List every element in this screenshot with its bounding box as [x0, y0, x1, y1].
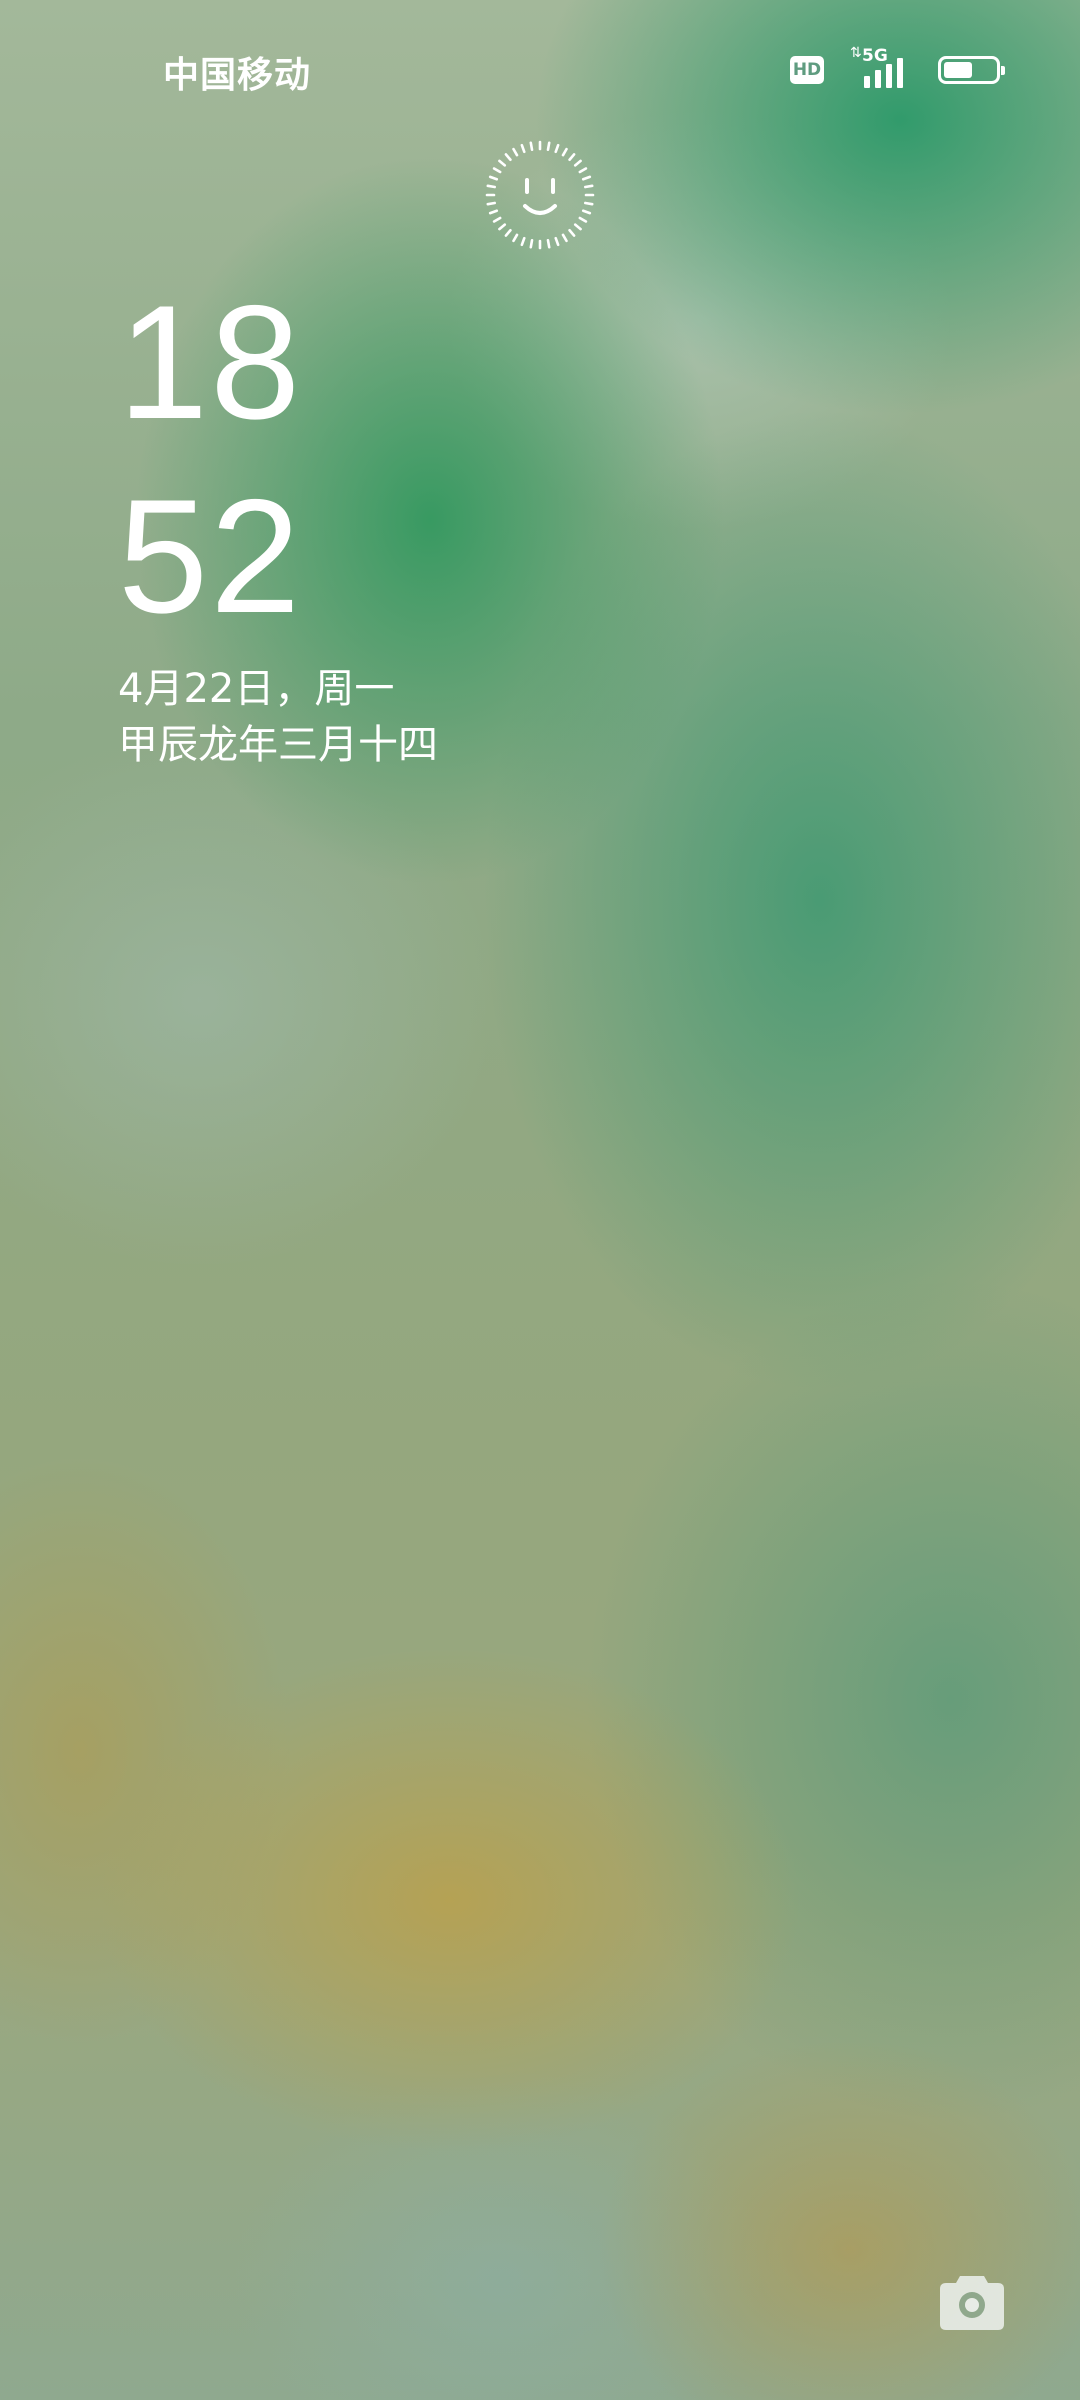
carrier-name: 中国移动: [163, 55, 312, 96]
face-ring-tick: [561, 233, 568, 243]
face-ring-tick: [581, 175, 592, 181]
signal-bars: [864, 58, 903, 88]
status-icons: HD ⇅ 5G: [790, 46, 1005, 88]
signal-bar: [875, 70, 881, 88]
face-ring-tick: [512, 147, 519, 157]
face-ring-tick: [512, 233, 519, 243]
camera-icon[interactable]: [938, 2268, 1006, 2332]
face-ring-tick: [520, 143, 526, 154]
face-ring-tick: [578, 216, 588, 223]
status-bar: 中国移动 HD ⇅ 5G: [0, 0, 1080, 140]
face-ring-tick: [568, 228, 576, 237]
face-ring-tick: [504, 153, 512, 162]
cellular-signal-icon: ⇅ 5G: [850, 46, 914, 88]
lunar-date-label: 甲辰龙年三月十四: [118, 722, 438, 768]
face-ring-tick: [568, 153, 576, 162]
face-ring-tick: [573, 223, 582, 231]
signal-bar: [886, 64, 892, 88]
battery-icon: [938, 56, 1005, 84]
signal-bar: [897, 58, 903, 88]
face-ring-tick: [529, 239, 534, 249]
battery-level-fill: [944, 62, 972, 78]
hd-voice-badge: HD: [790, 56, 824, 84]
face-ring-tick: [486, 184, 496, 189]
face-ring-tick: [581, 209, 592, 215]
face-ring-tick: [520, 236, 526, 247]
date-label: 4月22日，周一: [118, 666, 395, 712]
lock-screen: 中国移动 HD ⇅ 5G 18 52 4月22日，周一 甲辰龙年三月十四: [0, 0, 1080, 2400]
battery-tip: [1001, 66, 1005, 75]
face-ring-tick: [488, 209, 499, 215]
face-ring-tick: [561, 147, 568, 157]
face-ring-tick: [488, 175, 499, 181]
face-ring-tick: [492, 167, 502, 174]
face-unlock-icon[interactable]: [485, 140, 595, 250]
face-ring-tick: [529, 141, 534, 151]
face-ring-tick: [504, 228, 512, 237]
face-ring-tick: [486, 201, 496, 206]
data-arrows-icon: ⇅: [850, 45, 862, 61]
face-ring-tick: [584, 201, 594, 206]
face-ring-tick: [573, 159, 582, 167]
clock-minutes: 52: [118, 466, 303, 647]
face-ring-tick: [578, 167, 588, 174]
face-ring-tick: [584, 184, 594, 189]
face-ring-tick: [554, 143, 560, 154]
signal-bar: [864, 76, 870, 88]
face-ring-tick: [498, 223, 507, 231]
face-ring-tick: [498, 159, 507, 167]
face-ring-tick: [492, 216, 502, 223]
face-ring-tick: [546, 239, 551, 249]
clock-hours: 18: [118, 272, 303, 453]
face-ring-tick: [554, 236, 560, 247]
face-ring-tick: [546, 141, 551, 151]
